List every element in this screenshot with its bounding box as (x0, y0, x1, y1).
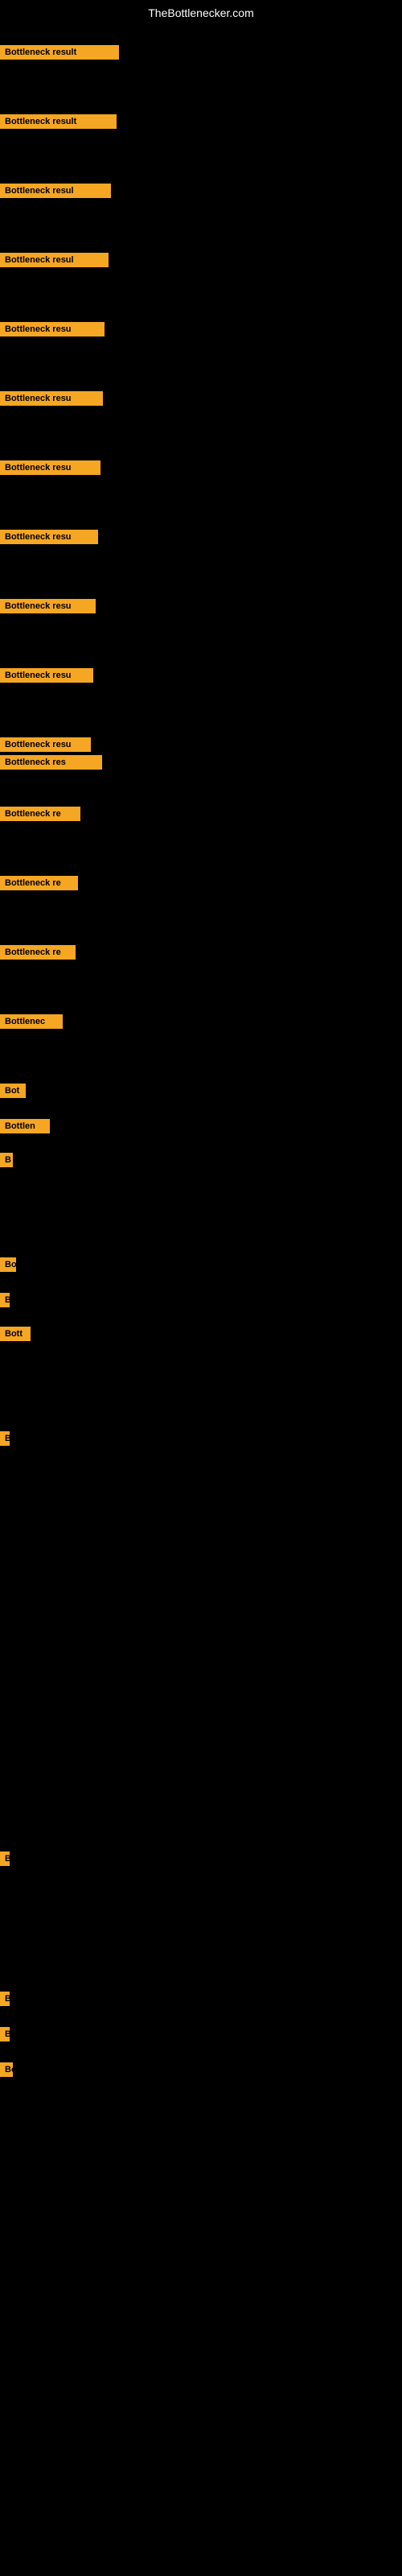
bottleneck-badge-11: Bottleneck resu (0, 737, 91, 752)
bottleneck-badge-12: Bottleneck res (0, 755, 102, 770)
bottleneck-badge-19: B (0, 1153, 13, 1167)
bottleneck-badge-17: Bot (0, 1084, 26, 1098)
bottleneck-badge-3: Bottleneck resul (0, 184, 111, 198)
bottleneck-badge-15: Bottleneck re (0, 945, 76, 960)
bottleneck-badge-6: Bottleneck resu (0, 391, 103, 406)
bottleneck-badge-8: Bottleneck resu (0, 530, 98, 544)
bottleneck-badge-2: Bottleneck result (0, 114, 117, 129)
bottleneck-badge-16: Bottlenec (0, 1014, 63, 1029)
bottleneck-badge-5: Bottleneck resu (0, 322, 105, 336)
bottleneck-badge-1: Bottleneck result (0, 45, 119, 60)
bottleneck-badge-18: Bottlen (0, 1119, 50, 1133)
site-title: TheBottlenecker.com (0, 0, 402, 26)
bottleneck-badge-22: Bott (0, 1327, 31, 1341)
bottleneck-badge-14: Bottleneck re (0, 876, 78, 890)
bottleneck-badge-20: Bo (0, 1257, 16, 1272)
bottleneck-badge-9: Bottleneck resu (0, 599, 96, 613)
bottleneck-badge-25: B (0, 1992, 10, 2006)
bottleneck-badge-27: Bo (0, 2062, 13, 2077)
bottleneck-badge-24: B (0, 1852, 10, 1866)
bottleneck-badge-21: B (0, 1293, 10, 1307)
bottleneck-badge-10: Bottleneck resu (0, 668, 93, 683)
bottleneck-badge-7: Bottleneck resu (0, 460, 100, 475)
bottleneck-badge-26: B (0, 2027, 10, 2041)
bottleneck-badge-23: B (0, 1431, 10, 1446)
bottleneck-badge-4: Bottleneck resul (0, 253, 109, 267)
bottleneck-badge-13: Bottleneck re (0, 807, 80, 821)
